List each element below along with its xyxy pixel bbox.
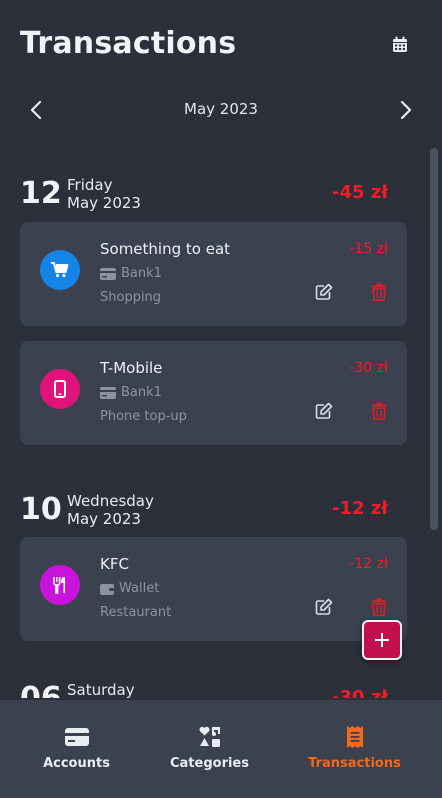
wallet-icon xyxy=(100,583,114,595)
nav-label: Transactions xyxy=(308,756,401,771)
edit-button[interactable] xyxy=(315,598,335,618)
calendar-icon xyxy=(393,36,407,52)
day-weekday: Saturday xyxy=(67,681,135,698)
list-scrollbar[interactable] xyxy=(430,148,438,530)
nav-label: Accounts xyxy=(43,756,110,771)
edit-icon xyxy=(315,598,333,615)
account-name: Bank1 xyxy=(121,385,162,400)
transaction-account: Bank1 xyxy=(100,266,162,281)
transaction-name: T-Mobile xyxy=(100,359,163,377)
transaction-category: Restaurant xyxy=(100,605,172,620)
page-title: Transactions xyxy=(20,26,237,61)
credit-card-icon xyxy=(100,267,116,280)
day-group-header: 06 Saturday -30 zł xyxy=(0,663,388,698)
day-weekday: Friday xyxy=(67,176,113,194)
edit-button[interactable] xyxy=(315,283,335,303)
edit-icon xyxy=(315,402,333,419)
day-number: 10 xyxy=(20,492,62,527)
transaction-amount: -30 zł xyxy=(349,360,388,376)
transaction-card[interactable]: Something to eat Bank1 Shopping -15 zł xyxy=(20,222,407,326)
bottom-navigation: Accounts Categories Transactions xyxy=(0,700,442,798)
app-header: Transactions xyxy=(0,0,442,90)
mobile-phone-icon xyxy=(54,380,66,398)
add-transaction-button[interactable] xyxy=(362,620,402,660)
transaction-account: Wallet xyxy=(100,581,159,596)
credit-card-icon xyxy=(64,728,89,746)
account-name: Wallet xyxy=(119,581,160,596)
day-group-header: 12 Friday May 2023 -45 zł xyxy=(0,158,388,212)
transactions-list[interactable]: 12 Friday May 2023 -45 zł Something to e… xyxy=(0,148,442,698)
trash-icon xyxy=(371,283,387,301)
categories-icon xyxy=(198,726,220,747)
nav-categories[interactable]: Categories xyxy=(136,700,283,798)
day-month: May 2023 xyxy=(67,510,141,528)
calendar-button[interactable] xyxy=(388,32,412,56)
day-month: May 2023 xyxy=(67,194,141,212)
receipt-icon xyxy=(346,726,363,748)
plus-icon xyxy=(375,633,389,647)
day-total: -45 zł xyxy=(332,182,388,203)
day-group-header: 10 Wednesday May 2023 -12 zł xyxy=(0,474,388,528)
next-month-button[interactable] xyxy=(392,96,420,124)
delete-button[interactable] xyxy=(371,283,389,303)
transaction-card[interactable]: KFC Wallet Restaurant -12 zł xyxy=(20,537,407,641)
transaction-card[interactable]: T-Mobile Bank1 Phone top-up -30 zł xyxy=(20,341,407,445)
day-number: 12 xyxy=(20,176,62,211)
shopping-cart-icon xyxy=(51,262,69,278)
day-total: -12 zł xyxy=(332,498,388,519)
trash-icon xyxy=(371,402,387,420)
category-badge xyxy=(40,250,80,290)
transaction-amount: -12 zł xyxy=(349,556,388,572)
nav-accounts[interactable]: Accounts xyxy=(3,700,150,798)
transaction-name: KFC xyxy=(100,555,129,573)
transaction-account: Bank1 xyxy=(100,385,162,400)
current-month-label[interactable]: May 2023 xyxy=(0,100,442,118)
utensils-icon xyxy=(53,577,65,594)
chevron-right-icon xyxy=(400,101,412,119)
day-weekday: Wednesday xyxy=(67,492,154,510)
category-badge xyxy=(40,565,80,605)
delete-button[interactable] xyxy=(371,402,389,422)
category-badge xyxy=(40,369,80,409)
delete-button[interactable] xyxy=(371,598,389,618)
transaction-name: Something to eat xyxy=(100,240,231,258)
credit-card-icon xyxy=(100,386,116,399)
month-navigator: May 2023 xyxy=(0,90,442,128)
nav-label: Categories xyxy=(169,756,249,771)
account-name: Bank1 xyxy=(121,266,162,281)
day-number: 06 xyxy=(20,681,62,698)
transaction-amount: -15 zł xyxy=(349,241,388,257)
day-total: -30 zł xyxy=(332,687,388,698)
trash-icon xyxy=(371,598,387,616)
transaction-category: Phone top-up xyxy=(100,409,187,424)
edit-button[interactable] xyxy=(315,402,335,422)
transaction-category: Shopping xyxy=(100,290,162,305)
edit-icon xyxy=(315,283,333,300)
nav-transactions[interactable]: Transactions xyxy=(281,700,428,798)
